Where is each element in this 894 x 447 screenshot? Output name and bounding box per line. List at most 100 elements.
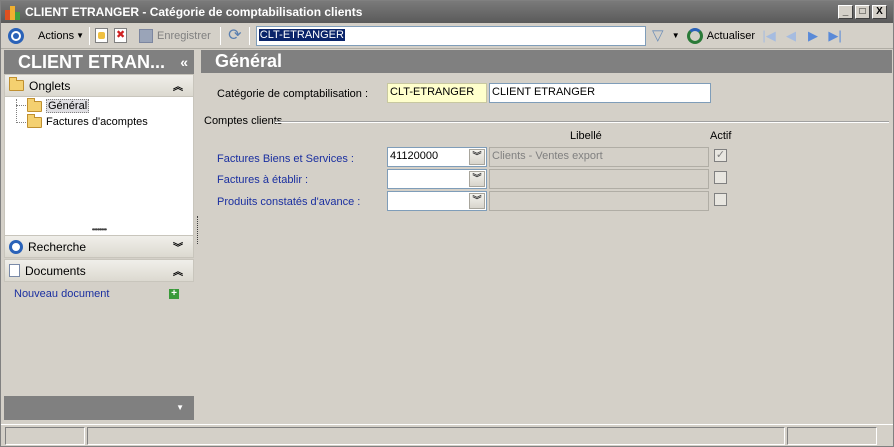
main-panel: Général Catégorie de comptabilisation : …: [201, 50, 892, 420]
tree-connector: [16, 99, 17, 123]
tree-item-label: Général: [46, 99, 90, 113]
actif-checkbox-produits-constates-avance[interactable]: [714, 193, 727, 206]
column-header-libelle: Libellé: [570, 130, 602, 142]
delete-button[interactable]: [111, 25, 130, 47]
chevron-down-icon: ︾: [173, 243, 183, 254]
left-panel-header: CLIENT ETRAN... «: [4, 50, 194, 74]
filter-icon[interactable]: ▽: [650, 27, 666, 45]
app-logo-icon: [5, 4, 21, 20]
window-title-description: Catégorie de comptabilisation clients: [149, 5, 363, 19]
row-label-factures-biens-services: Factures Biens et Services :: [217, 153, 354, 165]
search-input[interactable]: CLT-ETRANGER: [255, 25, 646, 46]
window-title-code: CLIENT ETRANGER: [25, 5, 139, 19]
toolbar: Actions ▼ Enregistrer ⟳ CLT-ETRANGER ▽ ▼…: [1, 23, 893, 49]
save-icon: [139, 28, 153, 43]
tree-item-general[interactable]: Général: [27, 97, 90, 113]
document-icon: [9, 264, 20, 277]
actif-checkbox-factures-biens-services[interactable]: ✓: [714, 149, 727, 162]
close-button[interactable]: X: [872, 5, 887, 19]
status-cell: [87, 427, 785, 445]
toolbar-separator: [248, 26, 250, 45]
account-combo-produits-constates-avance[interactable]: ︾: [387, 191, 487, 211]
search-icon: [9, 239, 23, 254]
account-combo-factures-a-etablir[interactable]: ︾: [387, 169, 487, 189]
column-header-actif: Actif: [710, 130, 732, 142]
account-combo-factures-biens-services[interactable]: 41120000 ︾: [387, 147, 487, 167]
row-label-factures-a-etablir: Factures à établir :: [217, 174, 309, 186]
refresh-icon: [686, 27, 703, 44]
category-code-field[interactable]: CLT-ETRANGER: [387, 83, 487, 103]
actions-menu-button[interactable]: Actions ▼: [5, 25, 87, 47]
new-document-icon: [95, 28, 108, 43]
chevron-down-icon[interactable]: ︾: [469, 171, 485, 187]
footer-dropdown-icon[interactable]: ▼: [176, 403, 184, 412]
group-divider: [275, 121, 889, 123]
search-input-value: CLT-ETRANGER: [258, 28, 345, 41]
account-value: 41120000: [390, 150, 439, 162]
documents-body: Nouveau document +: [4, 282, 194, 378]
open-folder-icon: [27, 97, 42, 112]
folder-icon: [27, 113, 42, 128]
dropdown-arrow-icon: ▼: [76, 31, 84, 40]
chevron-up-icon: ︽: [173, 267, 183, 278]
documents-section-header[interactable]: Documents ︽: [4, 259, 194, 282]
maximize-button[interactable]: □: [855, 5, 870, 19]
documents-label: Documents: [25, 263, 86, 278]
sync-icon: ⟳: [228, 26, 242, 44]
libelle-field-produits-constates-avance: [489, 191, 709, 211]
left-panel-title: CLIENT ETRAN...: [18, 52, 165, 72]
left-panel-footer: ▼: [4, 396, 194, 420]
toolbar-separator: [89, 26, 90, 45]
tabs-tree: Général Factures d'acomptes: [4, 97, 194, 227]
window-controls: _ □ X: [838, 5, 887, 19]
actif-checkbox-factures-a-etablir[interactable]: [714, 171, 727, 184]
recherche-label: Recherche: [28, 239, 87, 254]
refresh-button[interactable]: Actualiser: [680, 25, 758, 47]
add-document-icon[interactable]: +: [169, 289, 179, 299]
category-name-field[interactable]: CLIENT ETRANGER: [489, 83, 711, 103]
actions-circle-icon: [8, 27, 24, 44]
filter-dropdown-arrow-icon[interactable]: ▼: [672, 31, 680, 40]
window-title-separator: -: [142, 5, 147, 19]
collapse-panel-icon[interactable]: «: [180, 50, 188, 74]
panel-splitter[interactable]: ••••••••: [4, 226, 194, 235]
group-title: Comptes clients: [204, 115, 283, 127]
folder-icon: [9, 77, 24, 91]
vertical-splitter[interactable]: [197, 216, 199, 244]
onglets-label: Onglets: [29, 78, 71, 93]
first-record-icon[interactable]: |◀: [758, 27, 780, 45]
last-record-icon[interactable]: ▶|: [824, 27, 846, 45]
category-label: Catégorie de comptabilisation :: [217, 88, 369, 100]
window-title: CLIENT ETRANGER - Catégorie de comptabil…: [25, 5, 362, 19]
chevron-down-icon[interactable]: ︾: [469, 193, 485, 209]
chevron-up-icon: ︽: [173, 82, 183, 93]
libelle-field-factures-a-etablir: [489, 169, 709, 189]
minimize-button[interactable]: _: [838, 5, 853, 19]
new-button[interactable]: [92, 25, 111, 47]
recherche-section-header[interactable]: Recherche ︾: [4, 235, 194, 258]
app-window: CLIENT ETRANGER - Catégorie de comptabil…: [0, 0, 894, 447]
status-cell: [5, 427, 85, 445]
actions-label: Actions: [38, 29, 75, 42]
new-document-link[interactable]: Nouveau document: [14, 288, 109, 300]
previous-record-icon[interactable]: ◀: [780, 27, 802, 45]
tree-connector: [16, 105, 26, 106]
tree-connector: [16, 122, 26, 123]
resize-grip[interactable]: [879, 427, 891, 445]
page-title: Général: [201, 50, 892, 73]
tree-item-factures-acomptes[interactable]: Factures d'acomptes: [27, 113, 148, 128]
status-cell: [787, 427, 877, 445]
next-record-icon[interactable]: ▶: [802, 27, 824, 45]
save-button[interactable]: Enregistrer: [136, 25, 214, 47]
toolbar-separator: [219, 26, 221, 45]
onglets-section-header[interactable]: Onglets ︽: [4, 74, 194, 97]
delete-icon: [114, 28, 127, 43]
left-panel: CLIENT ETRAN... « Onglets ︽ Général Fact…: [4, 50, 194, 420]
sync-button[interactable]: ⟳: [223, 25, 247, 47]
tree-item-label: Factures d'acomptes: [46, 116, 148, 128]
title-bar: CLIENT ETRANGER - Catégorie de comptabil…: [1, 1, 893, 23]
row-label-produits-constates-avance: Produits constatés d'avance :: [217, 196, 361, 208]
libelle-field-factures-biens-services: Clients - Ventes export: [489, 147, 709, 167]
chevron-down-icon[interactable]: ︾: [469, 149, 485, 165]
save-label: Enregistrer: [157, 29, 211, 42]
